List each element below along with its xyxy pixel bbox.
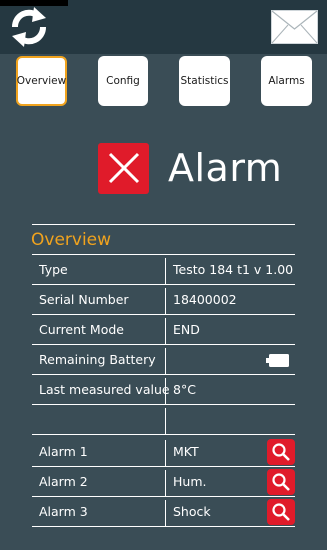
alarm-value: Shock	[173, 504, 211, 519]
alarm-status: Alarm	[98, 142, 282, 194]
top-bar	[0, 0, 327, 54]
row-label: Remaining Battery	[39, 352, 156, 367]
tab-alarms[interactable]: Alarms	[261, 56, 312, 106]
alarm-status-label: Alarm	[168, 146, 283, 190]
row-separator	[165, 378, 166, 404]
alarm-value: Hum.	[173, 474, 207, 489]
row-separator	[165, 470, 166, 496]
row-label: Current Mode	[39, 322, 124, 337]
search-icon[interactable]	[267, 439, 295, 465]
info-row-last-measured-value: Last measured value 8°C	[32, 375, 295, 405]
row-separator	[165, 348, 166, 374]
row-value: 18400002	[173, 292, 237, 307]
refresh-icon[interactable]	[8, 5, 50, 49]
close-icon	[98, 142, 149, 194]
alarm-row-3: Alarm 3 Shock	[32, 497, 295, 527]
alarm-label: Alarm 1	[39, 444, 88, 459]
search-icon[interactable]	[267, 499, 295, 525]
tab-config[interactable]: Config	[98, 56, 148, 106]
alarm-label: Alarm 3	[39, 504, 88, 519]
info-row-remaining-battery: Remaining Battery	[32, 345, 295, 375]
row-label: Last measured value	[39, 382, 170, 397]
row-value: END	[173, 322, 200, 337]
row-label: Type	[39, 262, 68, 277]
search-icon[interactable]	[267, 469, 295, 495]
row-separator	[165, 288, 166, 314]
alarm-row-2: Alarm 2 Hum.	[32, 467, 295, 497]
tab-statistics[interactable]: Statistics	[179, 56, 230, 106]
info-row-type: Type Testo 184 t1 v 1.00	[32, 255, 295, 285]
tab-config-label: Config	[106, 75, 140, 87]
row-separator	[165, 440, 166, 466]
row-label: Serial Number	[39, 292, 129, 307]
tab-statistics-label: Statistics	[180, 75, 229, 87]
row-separator	[165, 318, 166, 344]
tab-alarms-label: Alarms	[268, 75, 305, 87]
alarm-row-1: Alarm 1 MKT	[32, 437, 295, 467]
tab-overview-label: Overview	[16, 75, 67, 87]
battery-icon	[266, 354, 289, 367]
section-divider	[32, 224, 295, 225]
row-value: Testo 184 t1 v 1.00	[173, 262, 294, 277]
alarm-label: Alarm 2	[39, 474, 88, 489]
row-value: 8°C	[173, 382, 196, 397]
row-separator	[165, 500, 166, 526]
row-separator	[165, 408, 166, 434]
info-row-empty	[32, 405, 295, 435]
alarm-value: MKT	[173, 444, 199, 459]
section-title: Overview	[31, 230, 112, 250]
tab-overview[interactable]: Overview	[16, 56, 67, 106]
info-row-current-mode: Current Mode END	[32, 315, 295, 345]
info-row-serial-number: Serial Number 18400002	[32, 285, 295, 315]
mail-icon[interactable]	[271, 10, 318, 44]
row-separator	[165, 258, 166, 284]
